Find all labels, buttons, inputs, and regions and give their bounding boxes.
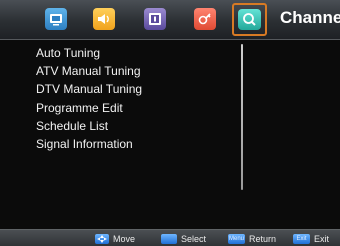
tab-channel[interactable] <box>232 3 267 36</box>
hint-exit-label: Exit <box>314 234 330 244</box>
time-icon <box>149 13 161 25</box>
menu-divider <box>241 44 243 190</box>
menu-item-atv-manual-tuning[interactable]: ATV Manual Tuning <box>36 62 226 80</box>
hint-return-label: Return <box>249 234 277 244</box>
tab-time[interactable] <box>144 8 166 30</box>
search-icon <box>243 13 256 26</box>
dpad-icon <box>95 234 109 244</box>
speaker-icon <box>98 14 109 24</box>
tab-sound[interactable] <box>93 8 115 30</box>
hint-select-label: Select <box>181 234 207 244</box>
hint-move-label: Move <box>113 234 136 244</box>
tv-osd-menu: Channel Auto Tuning ATV Manual Tuning DT… <box>0 0 340 246</box>
hint-exit: Exit Exit <box>293 233 329 245</box>
menu-item-programme-edit[interactable]: Programme Edit <box>36 99 226 117</box>
tab-lock[interactable] <box>194 8 216 30</box>
menu-item-signal-information[interactable]: Signal Information <box>36 135 226 153</box>
hint-move: Move <box>95 233 135 245</box>
exit-key: Exit <box>293 234 310 244</box>
menu-key: Menu <box>228 234 245 244</box>
channel-menu-list: Auto Tuning ATV Manual Tuning DTV Manual… <box>36 44 226 153</box>
menu-tab-bar: Channel <box>0 0 340 40</box>
tab-picture[interactable] <box>45 8 67 30</box>
menu-item-dtv-manual-tuning[interactable]: DTV Manual Tuning <box>36 80 226 98</box>
menu-title: Channel <box>280 8 340 27</box>
ok-key-icon <box>161 234 177 244</box>
lock-icon <box>198 13 211 25</box>
menu-item-schedule-list[interactable]: Schedule List <box>36 117 226 135</box>
hint-bar: Move Select Menu Return Exit Exit <box>0 229 340 246</box>
menu-item-auto-tuning[interactable]: Auto Tuning <box>36 44 226 62</box>
picture-icon <box>50 14 62 26</box>
tab-channel-tile <box>238 9 261 30</box>
hint-return: Menu Return <box>228 233 276 245</box>
hint-select: Select <box>161 233 206 245</box>
